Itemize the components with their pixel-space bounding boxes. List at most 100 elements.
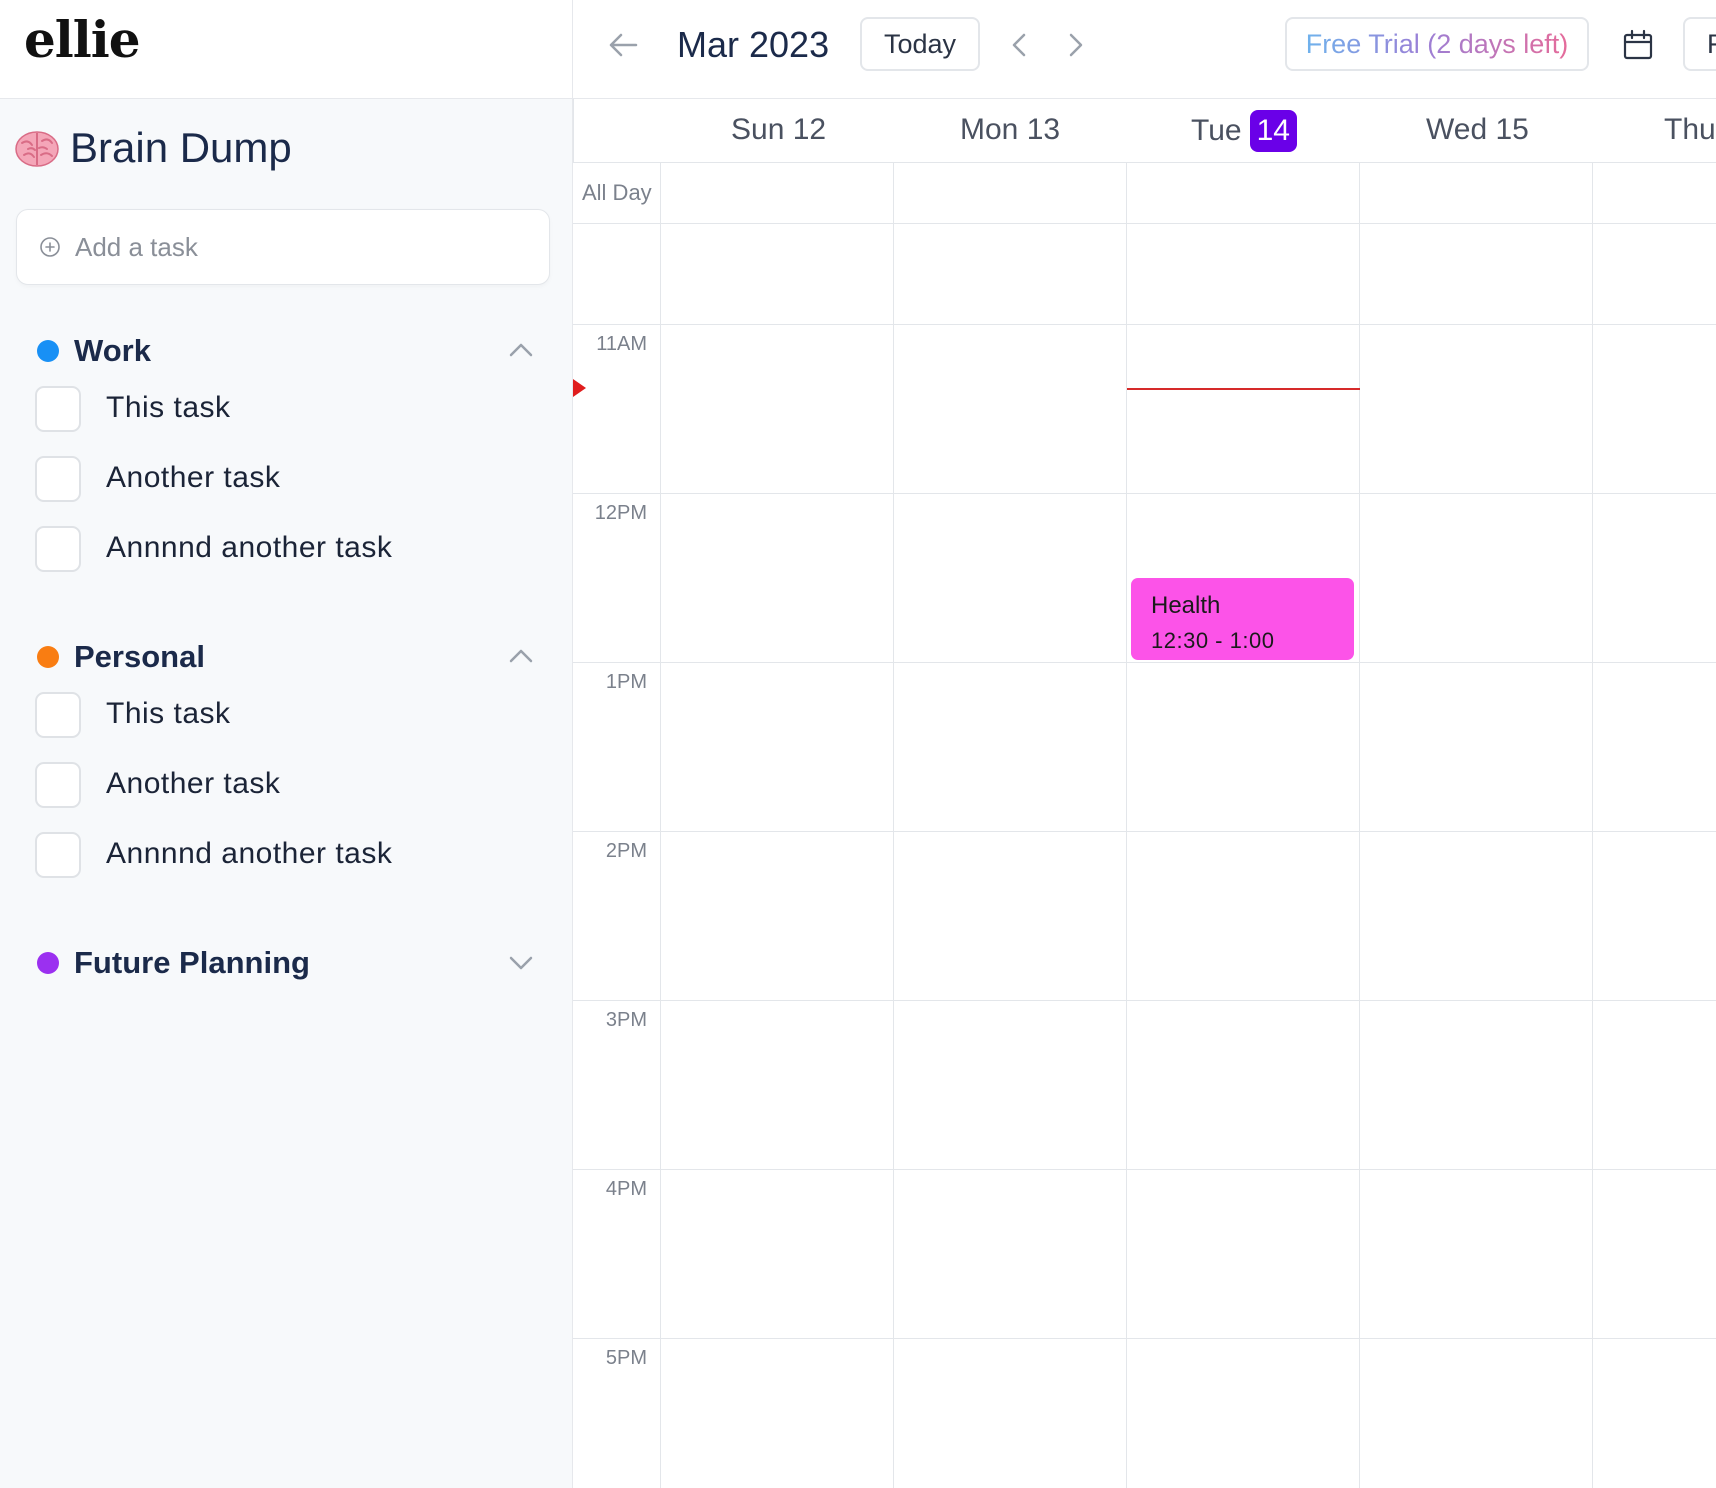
brain-icon bbox=[15, 131, 59, 167]
free-trial-label: Free Trial (2 days left) bbox=[1305, 29, 1569, 59]
day-name: Thu bbox=[1664, 113, 1716, 146]
task-checkbox[interactable] bbox=[35, 692, 81, 738]
divider bbox=[660, 163, 661, 224]
task-checkbox[interactable] bbox=[35, 526, 81, 572]
plus-circle-icon bbox=[40, 237, 60, 257]
brain-dump-title: Brain Dump bbox=[14, 124, 292, 172]
group-work: Work This task Another task Annnnd anoth… bbox=[0, 327, 572, 585]
time-label: 3PM bbox=[605, 1009, 647, 1031]
hour-line bbox=[573, 493, 1716, 494]
event-health[interactable]: Health 12:30 - 1:00 bbox=[1131, 578, 1354, 660]
time-label: 12PM bbox=[594, 502, 647, 524]
day-date: 15 bbox=[1495, 113, 1529, 146]
task-item: This task bbox=[0, 375, 572, 445]
time-grid[interactable]: 11AM 12PM 1PM 2PM 3PM 4PM 5PM bbox=[573, 224, 1716, 1488]
day-date: 13 bbox=[1026, 113, 1061, 146]
current-time-marker bbox=[573, 379, 586, 397]
chevron-up-icon[interactable] bbox=[508, 643, 534, 669]
divider bbox=[1126, 163, 1127, 224]
calendar-header: Mar 2023 Today Free Trial (2 days left) … bbox=[573, 0, 1716, 99]
task-checkbox[interactable] bbox=[35, 386, 81, 432]
hour-line bbox=[573, 662, 1716, 663]
task-item: Annnnd another task bbox=[0, 515, 572, 585]
day-header-tue-today[interactable]: Tue 14 bbox=[1191, 110, 1297, 152]
day-header-thu[interactable]: Thu bbox=[1664, 113, 1716, 147]
chevron-right-icon[interactable] bbox=[1060, 30, 1090, 60]
day-header-wed[interactable]: Wed 15 bbox=[1426, 113, 1529, 147]
day-header-sun[interactable]: Sun 12 bbox=[731, 113, 826, 147]
group-color-dot bbox=[37, 340, 59, 362]
task-item: Annnnd another task bbox=[0, 821, 572, 891]
month-title: Mar 2023 bbox=[677, 24, 830, 65]
task-label[interactable]: This task bbox=[106, 697, 231, 731]
brain-dump-title-text: Brain Dump bbox=[70, 124, 292, 171]
chevron-left-icon[interactable] bbox=[1005, 30, 1035, 60]
task-label[interactable]: This task bbox=[106, 391, 231, 425]
divider bbox=[893, 224, 894, 1488]
day-header-mon[interactable]: Mon 13 bbox=[960, 113, 1060, 147]
divider bbox=[1592, 163, 1593, 224]
add-task-input[interactable]: Add a task bbox=[16, 209, 550, 285]
time-label: 2PM bbox=[605, 840, 647, 862]
task-checkbox[interactable] bbox=[35, 832, 81, 878]
task-checkbox[interactable] bbox=[35, 456, 81, 502]
app-logo[interactable]: ellie bbox=[24, 10, 141, 69]
group-header-future-planning[interactable]: Future Planning bbox=[0, 939, 572, 987]
hour-line bbox=[573, 324, 1716, 325]
task-label[interactable]: Another task bbox=[106, 767, 280, 801]
event-title: Health bbox=[1151, 592, 1221, 619]
chevron-down-icon[interactable] bbox=[508, 949, 534, 975]
task-item: Another task bbox=[0, 445, 572, 515]
task-checkbox[interactable] bbox=[35, 762, 81, 808]
current-time-line bbox=[1127, 388, 1360, 390]
group-color-dot bbox=[37, 646, 59, 668]
hour-line bbox=[573, 1338, 1716, 1339]
all-day-label: All Day bbox=[582, 180, 652, 205]
hour-line bbox=[573, 1000, 1716, 1001]
sidebar: ellie Brain Dump Add a task Work This ta… bbox=[0, 0, 573, 1488]
day-name: Wed bbox=[1426, 113, 1488, 146]
task-label[interactable]: Another task bbox=[106, 461, 280, 495]
group-header-personal[interactable]: Personal bbox=[0, 633, 572, 681]
time-label: 5PM bbox=[605, 1347, 647, 1369]
divider bbox=[1592, 224, 1593, 1488]
free-trial-button[interactable]: Free Trial (2 days left) bbox=[1285, 17, 1589, 71]
calendar-icon[interactable] bbox=[1621, 28, 1655, 62]
day-header-row: Sun 12 Mon 13 Tue 14 Wed 15 Thu bbox=[573, 99, 1716, 163]
group-personal: Personal This task Another task Annnnd a… bbox=[0, 633, 572, 891]
divider bbox=[1359, 163, 1360, 224]
time-label: 4PM bbox=[605, 1178, 647, 1200]
add-task-placeholder: Add a task bbox=[75, 231, 198, 262]
divider bbox=[893, 163, 894, 224]
group-header-work[interactable]: Work bbox=[0, 327, 572, 375]
divider bbox=[1126, 224, 1127, 1488]
logo-bar: ellie bbox=[0, 0, 572, 99]
group-future-planning: Future Planning bbox=[0, 939, 572, 987]
task-item: This task bbox=[0, 681, 572, 751]
arrow-left-icon[interactable] bbox=[606, 28, 640, 62]
truncated-button[interactable]: F bbox=[1683, 17, 1716, 71]
group-color-dot bbox=[37, 952, 59, 974]
all-day-row: All Day bbox=[573, 163, 1716, 224]
day-name: Tue bbox=[1191, 114, 1242, 147]
divider bbox=[660, 224, 661, 1488]
today-button[interactable]: Today bbox=[860, 17, 980, 71]
today-date-badge: 14 bbox=[1249, 110, 1297, 152]
day-date: 12 bbox=[792, 113, 827, 146]
task-label[interactable]: Annnnd another task bbox=[106, 837, 392, 871]
divider bbox=[1359, 224, 1360, 1488]
divider bbox=[573, 99, 574, 163]
group-name: Work bbox=[74, 333, 151, 368]
time-label: 1PM bbox=[605, 671, 647, 693]
chevron-up-icon[interactable] bbox=[508, 337, 534, 363]
day-name: Sun bbox=[731, 113, 785, 146]
hour-line bbox=[573, 1169, 1716, 1170]
event-time: 12:30 - 1:00 bbox=[1151, 628, 1275, 653]
group-name: Future Planning bbox=[74, 945, 310, 980]
group-name: Personal bbox=[74, 639, 205, 674]
time-label: 11AM bbox=[596, 333, 647, 355]
day-name: Mon bbox=[960, 113, 1019, 146]
hour-line bbox=[573, 831, 1716, 832]
task-item: Another task bbox=[0, 751, 572, 821]
task-label[interactable]: Annnnd another task bbox=[106, 531, 392, 565]
